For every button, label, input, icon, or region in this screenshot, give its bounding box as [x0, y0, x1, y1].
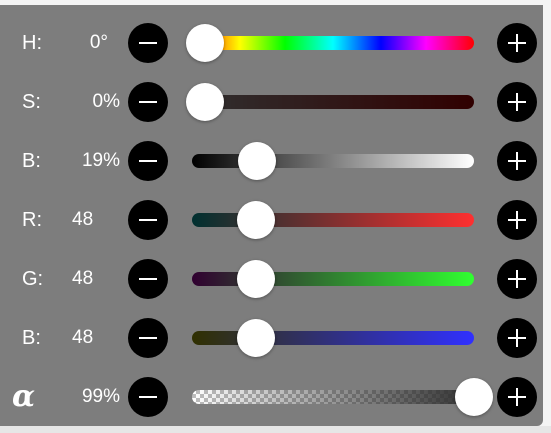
- brightness-row: B: 19%: [0, 136, 543, 186]
- hue-increment-button[interactable]: [497, 23, 537, 63]
- alpha-row: α 99%: [0, 372, 543, 422]
- blue-label: B:: [22, 327, 41, 349]
- green-slider-knob[interactable]: [237, 260, 275, 298]
- blue-value: 48: [72, 327, 94, 348]
- green-value: 48: [72, 268, 94, 289]
- brightness-label: B:: [22, 150, 41, 172]
- red-decrement-button[interactable]: [128, 200, 168, 240]
- blue-slider-knob[interactable]: [237, 319, 275, 357]
- minus-icon: [139, 396, 157, 398]
- red-value: 48: [72, 209, 94, 230]
- bottom-edge: [0, 426, 551, 433]
- saturation-increment-button[interactable]: [497, 82, 537, 122]
- blue-increment-button[interactable]: [497, 318, 537, 358]
- hue-slider-knob[interactable]: [186, 24, 224, 62]
- hue-slider-track[interactable]: [192, 36, 474, 50]
- alpha-slider-knob[interactable]: [455, 378, 493, 416]
- alpha-slider-track[interactable]: [192, 390, 474, 404]
- green-decrement-button[interactable]: [128, 259, 168, 299]
- minus-icon: [139, 337, 157, 339]
- alpha-value: 99%: [81, 386, 120, 407]
- brightness-slider-track[interactable]: [192, 154, 474, 168]
- brightness-increment-button[interactable]: [497, 141, 537, 181]
- saturation-slider-track[interactable]: [192, 95, 474, 109]
- color-picker-panel: H: 0° S: 0% B: 19% R: 48 G: 48 B: 48 α 9…: [0, 5, 543, 426]
- saturation-value: 0%: [92, 91, 120, 112]
- minus-icon: [139, 278, 157, 280]
- alpha-decrement-button[interactable]: [128, 377, 168, 417]
- minus-icon: [139, 101, 157, 103]
- brightness-decrement-button[interactable]: [128, 141, 168, 181]
- blue-slider-track[interactable]: [192, 331, 474, 345]
- hue-row: H: 0°: [0, 18, 543, 68]
- green-slider-track[interactable]: [192, 272, 474, 286]
- green-label: G:: [22, 268, 44, 290]
- hue-decrement-button[interactable]: [128, 23, 168, 63]
- minus-icon: [139, 160, 157, 162]
- red-increment-button[interactable]: [497, 200, 537, 240]
- red-slider-track[interactable]: [192, 213, 474, 227]
- saturation-slider-knob[interactable]: [186, 83, 224, 121]
- alpha-label: α: [12, 379, 36, 414]
- saturation-row: S: 0%: [0, 77, 543, 127]
- saturation-label: S:: [22, 91, 41, 113]
- brightness-slider-knob[interactable]: [238, 142, 276, 180]
- hue-label: H:: [22, 32, 42, 54]
- minus-icon: [139, 42, 157, 44]
- green-increment-button[interactable]: [497, 259, 537, 299]
- red-row: R: 48: [0, 195, 543, 245]
- red-label: R:: [22, 209, 42, 231]
- alpha-increment-button[interactable]: [497, 377, 537, 417]
- saturation-decrement-button[interactable]: [128, 82, 168, 122]
- blue-row: B: 48: [0, 313, 543, 363]
- hue-value: 0°: [89, 32, 108, 53]
- brightness-value: 19%: [81, 150, 120, 171]
- minus-icon: [139, 219, 157, 221]
- red-slider-knob[interactable]: [237, 201, 275, 239]
- blue-decrement-button[interactable]: [128, 318, 168, 358]
- green-row: G: 48: [0, 254, 543, 304]
